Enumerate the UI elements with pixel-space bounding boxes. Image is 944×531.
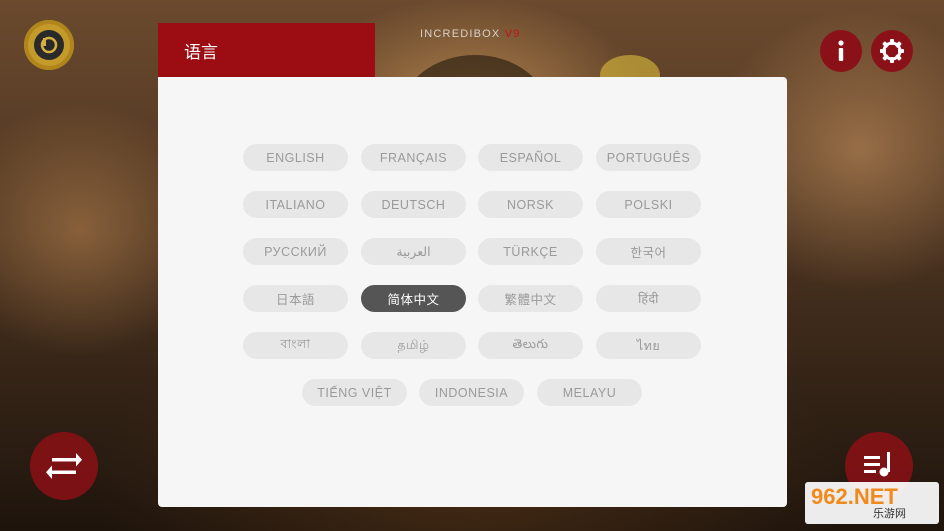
language-option[interactable]: हिंदी	[596, 285, 701, 312]
info-button[interactable]	[820, 30, 862, 72]
panel-title-tab: 语言	[158, 23, 375, 77]
language-option[interactable]: 繁體中文	[478, 285, 583, 312]
incredibox-logo-icon[interactable]	[24, 20, 74, 70]
language-option[interactable]: ESPAÑOL	[478, 144, 583, 171]
watermark-site: 962.NET	[811, 484, 898, 509]
brand-title: INCREDIBOX V9	[420, 28, 521, 40]
language-option[interactable]: TIẾNG VIỆT	[302, 379, 407, 406]
language-option[interactable]: PORTUGUÊS	[596, 144, 701, 171]
language-option[interactable]: POLSKI	[596, 191, 701, 218]
music-list-icon	[864, 452, 890, 477]
language-option[interactable]: 日本語	[243, 285, 348, 312]
language-option[interactable]: ENGLISH	[243, 144, 348, 171]
language-option[interactable]: FRANÇAIS	[361, 144, 466, 171]
language-option[interactable]: MELAYU	[537, 379, 642, 406]
language-option[interactable]: ไทย	[596, 332, 701, 359]
language-option[interactable]: NORSK	[478, 191, 583, 218]
language-option[interactable]: தமிழ்	[361, 332, 466, 359]
language-option[interactable]: РУССКИЙ	[243, 238, 348, 265]
language-option-selected[interactable]: 简体中文	[361, 285, 466, 312]
settings-button[interactable]	[871, 30, 913, 72]
site-watermark: 962.NET 乐游网	[805, 482, 939, 524]
language-option[interactable]: తెలుగు	[478, 332, 583, 359]
watermark-caption: 乐游网	[873, 507, 906, 520]
language-option[interactable]: العربية	[361, 238, 466, 265]
panel-title: 语言	[184, 42, 218, 63]
language-option[interactable]: DEUTSCH	[361, 191, 466, 218]
info-icon	[838, 40, 844, 61]
language-option[interactable]: 한국어	[596, 238, 701, 265]
swap-arrows-icon	[46, 453, 82, 479]
language-option[interactable]: বাংলা	[243, 332, 348, 359]
brand-version: V9	[504, 28, 521, 40]
language-panel: ENGLISH FRANÇAIS ESPAÑOL PORTUGUÊS ITALI…	[158, 77, 787, 507]
language-option[interactable]: INDONESIA	[419, 379, 524, 406]
gear-icon	[880, 39, 904, 63]
language-option[interactable]: ITALIANO	[243, 191, 348, 218]
language-option[interactable]: TÜRKÇE	[478, 238, 583, 265]
brand-name: INCREDIBOX	[420, 28, 501, 40]
switch-button[interactable]	[30, 432, 98, 500]
